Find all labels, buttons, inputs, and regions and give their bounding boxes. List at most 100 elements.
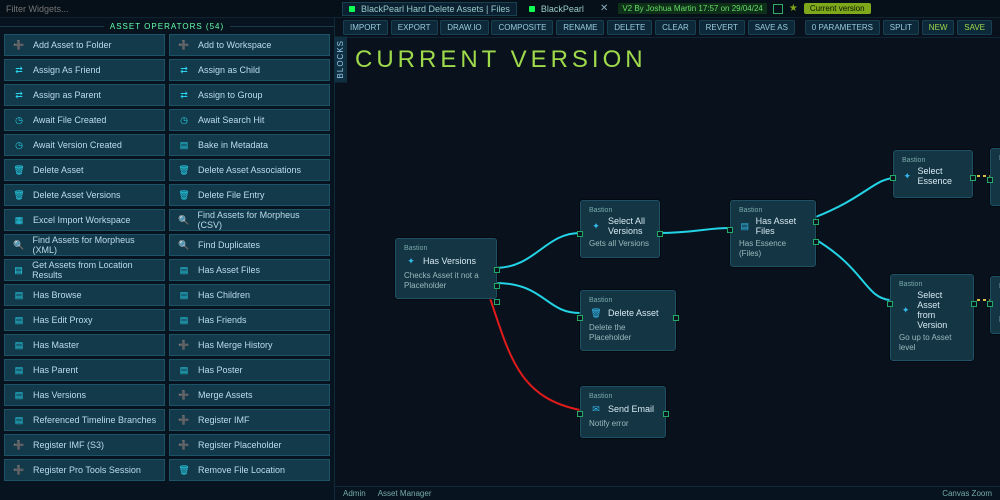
operator-item[interactable]: ▤Has Edit Proxy [4,309,165,331]
operator-item[interactable]: ➕Register IMF (S3) [4,434,165,456]
operator-item[interactable]: ➕Add to Workspace [169,34,330,56]
document-tab-short[interactable]: BlackPearl [523,2,590,16]
operator-label: Find Assets for Morpheus (CSV) [198,210,323,230]
node-has-versions[interactable]: Bastion ✦Has Versions Checks Asset it no… [395,238,497,299]
toolbar-button-split[interactable]: SPLIT [883,20,919,35]
node-select-all-versions[interactable]: Bastion ✦Select All Versions Gets all Ve… [580,200,660,258]
operator-item[interactable]: ➕ Register IMF [169,409,330,431]
operator-icon: ➕ [11,37,27,53]
operator-icon: 🔍 [176,212,192,228]
version-flag-icon[interactable] [773,4,783,14]
toolbar-button-export[interactable]: EXPORT [391,20,438,35]
operator-item[interactable]: 🔍Find Duplicates [169,234,330,256]
operator-label: Assign as Child [198,65,260,75]
operator-icon: ▤ [11,262,26,278]
toolbar-button-save[interactable]: SAVE [957,20,992,35]
operator-item[interactable]: ▤ Referenced Timeline Branches [4,409,165,431]
operator-item[interactable]: 🗑Delete Asset [4,159,165,181]
operator-item[interactable]: 🔍Find Assets for Morpheus (XML) [4,234,165,256]
operator-item[interactable]: ▤Has Parent [4,359,165,381]
operator-item[interactable]: 🗑Delete Asset Associations [169,159,330,181]
toolbar-button-new[interactable]: NEW [922,20,955,35]
workflow-canvas[interactable]: CURRENT VERSION Bastion ✦Has Versions Ch… [335,38,1000,486]
operator-icon: ⇄ [11,62,27,78]
document-tab[interactable]: BlackPearl Hard Delete Assets | Files [342,2,517,16]
operator-icon: ▤ [11,362,27,378]
operator-label: Assign to Group [198,90,263,100]
node-has-asset-files[interactable]: Bastion ▤Has Asset Files Has Essence (Fi… [730,200,816,267]
node-delete-asset-placeholder[interactable]: Bastion 🗑Delete Asset Delete the Placeho… [580,290,676,351]
star-icon[interactable]: ★ [789,3,798,14]
node-delete-asset[interactable]: Bastion 🗑Delete Asset Delete Asset [990,276,1000,334]
operator-label: Add to Workspace [198,40,271,50]
operator-icon: ▤ [176,262,192,278]
footer-admin[interactable]: Admin [343,489,366,498]
operator-item[interactable]: ▤Has Master [4,334,165,356]
footer-asset-manager[interactable]: Asset Manager [378,489,432,498]
operator-item[interactable]: ▤Bake in Metadata [169,134,330,156]
toolbar-button-draw-io[interactable]: DRAW.IO [440,20,488,35]
toolbar-button-rename[interactable]: RENAME [556,20,604,35]
operator-icon: ▤ [11,412,27,428]
operator-item[interactable]: ▤Has Browse [4,284,165,306]
toolbar-button-0-parameters[interactable]: 0 PARAMETERS [805,20,880,35]
operator-item[interactable]: ▤Has Poster [169,359,330,381]
workflow-canvas-area: BLOCKS IMPORT EXPORT DRAW.IO COMPOSITE R… [335,18,1000,500]
operator-item[interactable]: ▤Has Asset Files [169,259,330,281]
operator-label: Has Versions [33,390,86,400]
canvas-toolbar: IMPORT EXPORT DRAW.IO COMPOSITE RENAME D… [335,18,1000,38]
close-icon[interactable]: ✕ [596,3,612,14]
tab-status-dot [529,6,535,12]
panel-header: ASSET OPERATORS (54) [0,18,334,34]
mail-icon: ✉ [589,402,603,416]
operator-item[interactable]: 🗑Remove File Location [169,459,330,481]
toolbar-button-composite[interactable]: COMPOSITE [491,20,553,35]
node-select-asset-from-version[interactable]: Bastion ✦Select Asset from Version Go up… [890,274,974,361]
operator-item[interactable]: ➕Add Asset to Folder [4,34,165,56]
operator-item[interactable]: ▤Has Children [169,284,330,306]
operator-label: Excel Import Workspace [33,215,130,225]
operator-label: Has Master [33,340,79,350]
operator-item[interactable]: ▦Excel Import Workspace [4,209,165,231]
operator-item[interactable]: ⇄Assign to Group [169,84,330,106]
operator-item[interactable]: ➕Merge Assets [169,384,330,406]
toolbar-button-revert[interactable]: REVERT [699,20,745,35]
toolbar-button-clear[interactable]: CLEAR [655,20,696,35]
toolbar-button-save-as[interactable]: SAVE AS [748,20,795,35]
operator-icon: 🔍 [11,237,27,253]
operator-item[interactable]: ⇄Assign as Parent [4,84,165,106]
operator-item[interactable]: ⇄Assign as Child [169,59,330,81]
operator-item[interactable]: 🔍 Find Assets for Morpheus (CSV) [169,209,330,231]
operator-item[interactable]: ➕Register Pro Tools Session [4,459,165,481]
node-send-email[interactable]: Bastion ✉Send Email Notify error [580,386,666,438]
operator-item[interactable]: ➕Register Placeholder [169,434,330,456]
operator-icon: 🗑 [176,187,192,203]
asset-operators-panel: ASSET OPERATORS (54) ➕Add Asset to Folde… [0,18,335,500]
operator-label: Register IMF [198,415,250,425]
operator-label: Register IMF (S3) [33,440,104,450]
operator-item[interactable]: ⇄Assign As Friend [4,59,165,81]
toolbar-button-delete[interactable]: DELETE [607,20,652,35]
operator-item[interactable]: ➕Has Merge History [169,334,330,356]
operator-icon: 🗑 [176,162,192,178]
operator-item[interactable]: ▤Get Assets from Location Results [4,259,165,281]
operator-item[interactable]: ▤Has Versions [4,384,165,406]
target-icon: ✦ [902,169,913,183]
operator-icon: ➕ [11,462,27,478]
node-select-essence[interactable]: Bastion ✦Select Essence [893,150,973,198]
operator-label: Referenced Timeline Branches [33,415,156,425]
operator-item[interactable]: 🗑Delete File Entry [169,184,330,206]
operator-label: Bake in Metadata [198,140,268,150]
footer-canvas-zoom[interactable]: Canvas Zoom [942,489,992,498]
toolbar-button-import[interactable]: IMPORT [343,20,388,35]
operator-icon: ➕ [176,412,192,428]
node-delete-files-from-disk[interactable]: Bastion 🗑Delete Files from Disk [990,148,1000,206]
operator-item[interactable]: ◷Await Search Hit [169,109,330,131]
operator-item[interactable]: ◷Await File Created [4,109,165,131]
operator-item[interactable]: 🗑Delete Asset Versions [4,184,165,206]
operator-item[interactable]: ◷Await Version Created [4,134,165,156]
filter-widgets-input[interactable] [6,2,336,16]
operator-label: Remove File Location [198,465,285,475]
operator-item[interactable]: ▤Has Friends [169,309,330,331]
operator-label: Delete Asset Versions [33,190,121,200]
